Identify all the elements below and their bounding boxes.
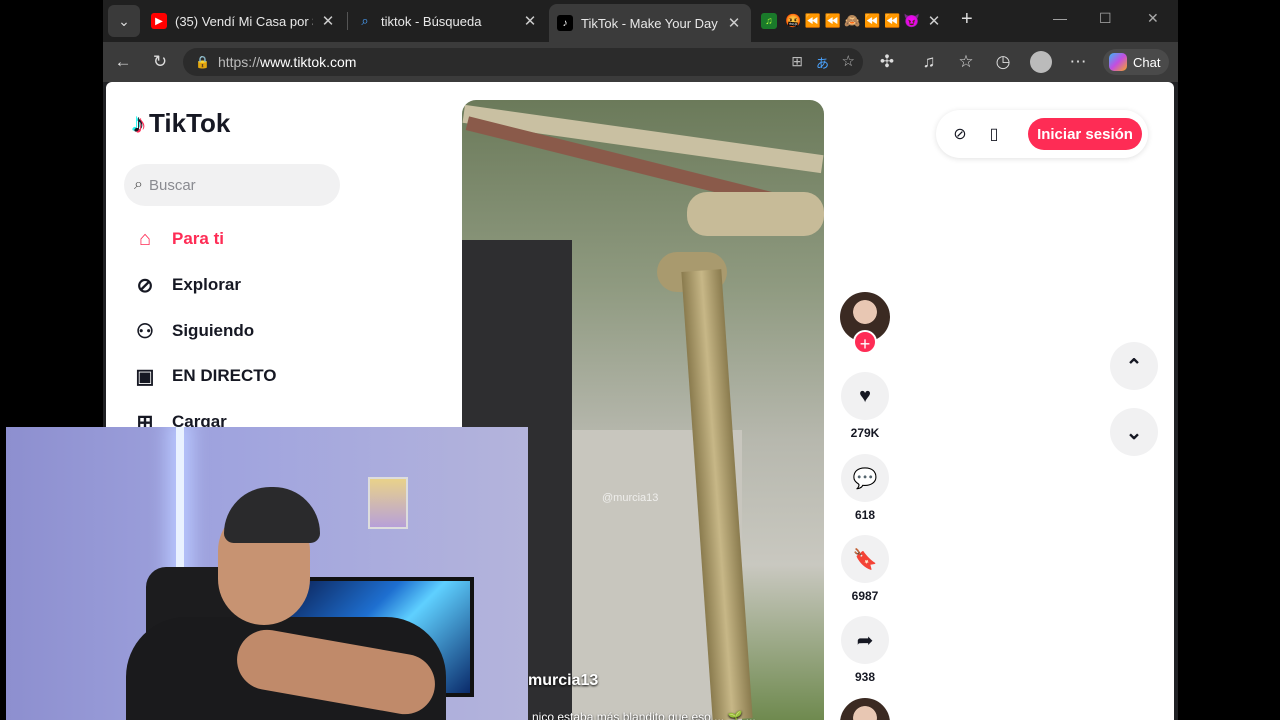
reload-icon: ↻ <box>152 52 168 71</box>
nav-label: Explorar <box>172 275 241 294</box>
tiktok-note-icon: ♪ <box>132 108 145 138</box>
share-icon: ➦ <box>841 616 889 664</box>
save-button[interactable]: 🔖 6987 <box>840 535 890 603</box>
heart-icon: ♥ <box>841 372 889 420</box>
close-icon[interactable]: ✕ <box>319 12 337 30</box>
close-icon[interactable]: ✕ <box>725 14 743 32</box>
search-icon: ⌕ <box>134 176 143 193</box>
tab-separator <box>347 12 348 30</box>
comment-count: 618 <box>854 508 876 522</box>
url-prefix: https:// <box>217 54 260 70</box>
plus-icon: + <box>961 8 973 30</box>
tab-tiktok[interactable]: ♪ TikTok - Make Your Day ✕ <box>549 4 751 42</box>
copilot-chat-button[interactable]: Chat <box>1103 49 1169 75</box>
tiktok-icon: ♪ <box>557 15 573 31</box>
nav-item-explorar[interactable]: ⊘ Explorar <box>132 272 241 298</box>
nav-item-siguiendo[interactable]: ⚇ Siguiendo <box>132 318 254 344</box>
arrow-left-icon: ← <box>114 52 132 71</box>
browser-toolbar: ← ↻ 🔒 https://www.tiktok.com ⊞ あ ☆ ✣ ♫ ☆… <box>103 42 1178 82</box>
comment-icon: 💬 <box>841 454 889 502</box>
webcam-scene <box>368 477 408 529</box>
history-icon[interactable]: ◷ <box>991 50 1015 74</box>
video-username[interactable]: murcia13 <box>528 672 598 690</box>
chat-label: Chat <box>1133 54 1161 70</box>
tab-youtube[interactable]: ▶ (35) Vendí Mi Casa por $1 ✕ <box>143 6 345 36</box>
next-creator-avatar[interactable] <box>840 698 890 720</box>
close-icon[interactable]: ✕ <box>521 12 539 30</box>
tab-title: tiktok - Búsqueda <box>381 13 482 29</box>
new-tab-button[interactable]: + <box>961 8 973 31</box>
extensions-icon[interactable]: ✣ <box>875 50 899 74</box>
webcam-scene <box>224 487 320 543</box>
nav-label: EN DIRECTO <box>172 366 277 385</box>
media-icon[interactable]: ♫ <box>917 50 941 74</box>
video-watermark: @murcia13 <box>602 492 659 504</box>
comment-button[interactable]: 💬 618 <box>840 454 890 522</box>
next-video-button[interactable]: ⌄ <box>1110 408 1158 456</box>
search-icon: ⌕ <box>361 13 369 28</box>
tab-title: 🤬 ⏪ ⏪ 🙈 ⏪ ⏪ 😈 <box>785 13 919 28</box>
tab-title: (35) Vendí Mi Casa por $1 <box>175 13 313 29</box>
live-icon: ▣ <box>135 365 155 388</box>
emoji-icon: ♫ <box>761 13 777 29</box>
more-options-icon[interactable]: ⋯ <box>1066 50 1090 74</box>
nav-item-para-ti[interactable]: ⌂ Para ti <box>132 226 224 252</box>
login-button[interactable]: Iniciar sesión <box>1028 118 1142 150</box>
profile-icon[interactable] <box>1029 50 1053 74</box>
url-host: www.tiktok.com <box>259 54 357 70</box>
apps-icon[interactable]: ⊞ <box>791 53 803 70</box>
search-placeholder: Buscar <box>148 176 196 194</box>
bookmark-icon: 🔖 <box>841 535 889 583</box>
follow-button[interactable]: + <box>853 330 877 354</box>
coin-icon[interactable]: ⊘ <box>950 124 970 144</box>
close-window-button[interactable]: ✕ <box>1147 10 1159 27</box>
home-icon: ⌂ <box>138 227 152 250</box>
previous-video-button[interactable]: ⌃ <box>1110 342 1158 390</box>
nav-label: Siguiendo <box>172 321 255 340</box>
favorites-icon[interactable]: ☆ <box>954 50 978 74</box>
chevron-down-icon: ⌄ <box>1125 421 1143 444</box>
tab-actions-menu-button[interactable]: ⌄ <box>108 5 140 37</box>
mobile-app-icon[interactable]: ▯ <box>984 124 1004 144</box>
webcam-overlay <box>6 427 528 720</box>
header-actions: ⊘ ▯ Iniciar sesión <box>936 110 1148 158</box>
following-icon: ⚇ <box>136 320 154 343</box>
back-button[interactable]: ← <box>111 50 135 74</box>
chevron-up-icon: ⌃ <box>1125 355 1143 378</box>
favorite-star-icon[interactable]: ☆ <box>842 52 855 70</box>
maximize-button[interactable]: ☐ <box>1099 10 1112 27</box>
compass-icon: ⊘ <box>136 274 154 297</box>
copilot-icon <box>1109 53 1127 71</box>
minimize-button[interactable]: — <box>1053 10 1067 26</box>
video-caption: nico estaba más blandito que eso ... 🌱 .… <box>532 710 756 720</box>
video-scene <box>687 192 824 236</box>
address-bar[interactable]: 🔒 https://www.tiktok.com ⊞ あ ☆ <box>183 48 863 76</box>
share-button[interactable]: ➦ 938 <box>840 616 890 684</box>
tab-strip: ⌄ ▶ (35) Vendí Mi Casa por $1 ✕ ⌕ tiktok… <box>103 0 1178 42</box>
tab-search[interactable]: ⌕ tiktok - Búsqueda ✕ <box>349 6 547 36</box>
nav-label: Para ti <box>172 229 224 248</box>
search-input[interactable]: ⌕ Buscar <box>124 164 340 206</box>
logo-text: TikTok <box>149 108 231 138</box>
tab-title: TikTok - Make Your Day <box>581 15 718 31</box>
close-icon[interactable]: ✕ <box>925 12 943 30</box>
like-button[interactable]: ♥ 279K <box>840 372 890 440</box>
chevron-down-icon: ⌄ <box>118 12 130 29</box>
translate-icon[interactable]: あ <box>816 53 829 72</box>
tab-emoji[interactable]: ♫ 🤬 ⏪ ⏪ 🙈 ⏪ ⏪ 😈 ✕ <box>753 6 951 36</box>
like-count: 279K <box>850 426 880 440</box>
nav-item-en-directo[interactable]: ▣ EN DIRECTO <box>132 363 277 389</box>
tiktok-logo[interactable]: ♪ TikTok <box>132 108 230 139</box>
lock-icon: 🔒 <box>195 55 210 69</box>
save-count: 6987 <box>851 589 879 603</box>
reload-button[interactable]: ↻ <box>148 50 172 74</box>
share-count: 938 <box>854 670 876 684</box>
youtube-icon: ▶ <box>151 13 167 29</box>
